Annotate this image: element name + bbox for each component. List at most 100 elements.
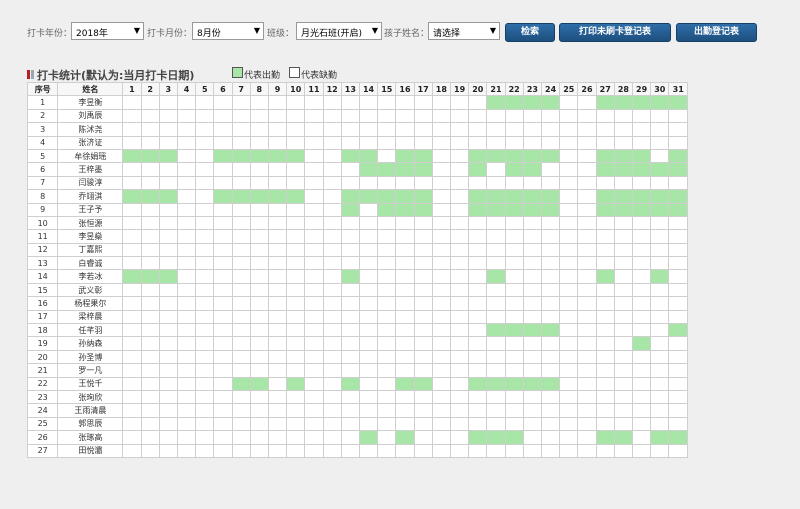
day-cell-present <box>595 189 615 204</box>
day-cell-absent <box>577 296 597 311</box>
day-cell-absent <box>158 229 178 244</box>
day-cell-present <box>340 269 360 284</box>
day-cell-present <box>122 148 142 164</box>
day-cell-absent <box>195 135 215 150</box>
day-cell-present <box>213 148 233 164</box>
day-cell-present <box>650 95 670 110</box>
day-cell-present <box>522 189 542 204</box>
day-cell-absent <box>668 349 688 365</box>
seq-header: 序号 <box>26 81 59 97</box>
day-cell-present <box>650 430 670 445</box>
day-cell-absent <box>504 336 524 351</box>
class-select[interactable]: 月光石班(开启) ▼ <box>296 22 382 40</box>
day-cell-absent <box>613 336 634 351</box>
day-cell-present <box>595 269 615 284</box>
day-cell-present <box>668 189 688 204</box>
child-label: 孩子姓名： <box>384 29 430 39</box>
day-cell-absent <box>595 296 615 311</box>
day-cell-present <box>395 202 415 217</box>
day-cell-absent <box>358 323 379 338</box>
day-cell-absent <box>668 256 688 271</box>
row-seq: 6 <box>26 162 59 177</box>
day-cell-absent <box>286 242 306 258</box>
day-cell-present <box>358 148 379 164</box>
day-cell-absent <box>377 135 397 150</box>
table-row: 11 李昱燊 <box>26 229 688 244</box>
day-cell-absent <box>286 416 306 432</box>
day-cell-absent <box>668 229 688 244</box>
day-cell-absent <box>267 282 288 298</box>
day-cell-absent <box>668 336 688 351</box>
day-cell-absent <box>231 229 251 244</box>
day-cell-absent <box>613 256 634 271</box>
day-cell-absent <box>122 122 142 137</box>
day-cell-absent <box>249 135 269 150</box>
day-cell-present <box>522 376 542 391</box>
search-button[interactable]: 检索 <box>505 23 555 42</box>
day-header: 8 <box>249 81 269 97</box>
day-cell-present <box>486 430 506 445</box>
day-cell-present <box>613 162 634 177</box>
day-cell-absent <box>231 363 251 378</box>
day-cell-absent <box>158 122 178 137</box>
year-select[interactable]: 2018年 ▼ <box>71 22 144 40</box>
day-header: 15 <box>377 81 397 97</box>
day-cell-absent <box>377 430 397 445</box>
day-cell-absent <box>413 296 433 311</box>
day-cell-absent <box>413 309 433 325</box>
day-cell-absent <box>613 416 634 432</box>
day-cell-absent <box>540 122 561 137</box>
attendance-register-button[interactable]: 出勤登记表 <box>676 23 757 42</box>
day-cell-absent <box>340 175 360 191</box>
row-seq: 7 <box>26 175 59 191</box>
day-cell-absent <box>595 349 615 365</box>
day-cell-absent <box>304 336 324 351</box>
day-cell-absent <box>486 215 506 231</box>
day-cell-absent <box>340 215 360 231</box>
day-cell-absent <box>122 95 142 110</box>
day-cell-absent <box>267 242 288 258</box>
day-cell-absent <box>395 309 415 325</box>
print-unswiped-button[interactable]: 打印未刷卡登记表 <box>559 23 671 42</box>
day-cell-absent <box>449 443 470 458</box>
day-cell-present <box>631 202 652 217</box>
day-cell-absent <box>668 443 688 458</box>
month-select[interactable]: 8月份 ▼ <box>192 22 264 40</box>
table-row: 17 梁梓晨 <box>26 309 688 325</box>
day-header: 17 <box>413 81 433 97</box>
day-cell-absent <box>613 135 634 150</box>
day-cell-absent <box>358 376 379 391</box>
day-cell-absent <box>377 282 397 298</box>
day-cell-absent <box>431 162 451 177</box>
day-cell-absent <box>158 242 178 258</box>
day-cell-absent <box>522 336 542 351</box>
day-cell-present <box>395 376 415 391</box>
day-cell-absent <box>377 256 397 271</box>
day-cell-absent <box>140 202 160 217</box>
day-cell-absent <box>595 336 615 351</box>
day-header: 28 <box>613 81 634 97</box>
day-cell-present <box>395 189 415 204</box>
day-cell-absent <box>213 336 233 351</box>
day-cell-absent <box>540 389 561 405</box>
day-cell-present <box>504 430 524 445</box>
day-cell-absent <box>267 430 288 445</box>
day-cell-absent <box>304 229 324 244</box>
day-cell-absent <box>595 363 615 378</box>
day-cell-absent <box>540 108 561 124</box>
day-cell-absent <box>577 95 597 110</box>
day-cell-absent <box>267 229 288 244</box>
day-cell-absent <box>540 256 561 271</box>
day-cell-absent <box>540 282 561 298</box>
day-cell-absent <box>158 282 178 298</box>
child-select[interactable]: 请选择 ▼ <box>428 22 500 40</box>
day-cell-absent <box>304 349 324 365</box>
day-cell-absent <box>322 189 342 204</box>
day-cell-absent <box>468 242 488 258</box>
row-seq: 13 <box>26 256 59 271</box>
day-cell-absent <box>340 95 360 110</box>
day-cell-absent <box>631 430 652 445</box>
day-cell-absent <box>577 269 597 284</box>
day-cell-absent <box>195 189 215 204</box>
day-cell-absent <box>377 148 397 164</box>
